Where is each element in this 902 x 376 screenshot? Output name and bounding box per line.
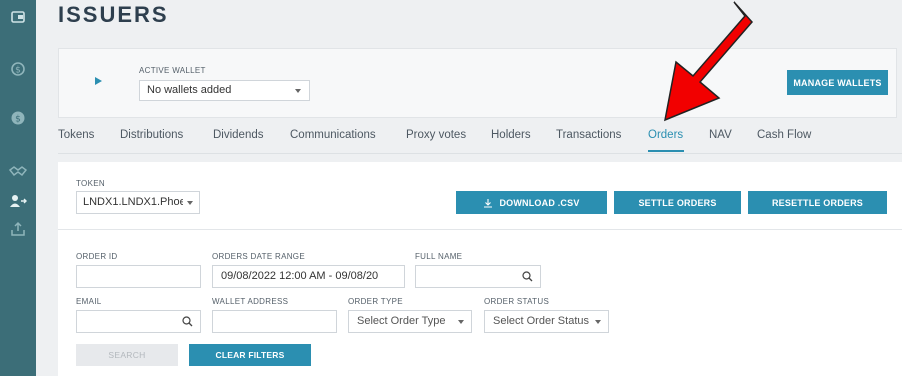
wallet-address-input[interactable] [212,310,337,333]
full-name-label: FULL NAME [415,252,463,261]
inbox-upload-icon[interactable] [7,218,29,240]
tab-distributions[interactable]: Distributions [120,129,183,141]
tab-transactions[interactable]: Transactions [556,129,621,141]
handshake-icon[interactable] [7,160,29,182]
active-wallet-value: No wallets added [147,84,232,96]
full-name-input[interactable] [415,265,541,288]
svg-text:$: $ [15,115,21,125]
order-type-select[interactable]: Select Order Type [348,310,472,333]
settle-orders-button[interactable]: SETTLE ORDERS [614,191,741,214]
token-label: TOKEN [76,179,105,188]
order-status-value: Select Order Status [493,315,589,327]
active-wallet-label: ACTIVE WALLET [139,66,206,75]
search-button[interactable]: SEARCH [76,344,178,366]
orders-date-range-value: 09/08/2022 12:00 AM - 09/08/20 [221,270,379,282]
chevron-down-icon [458,320,464,324]
dollar-alert-icon[interactable]: $ [7,58,29,80]
download-icon [484,198,493,208]
order-id-label: ORDER ID [76,252,118,261]
tabs-divider [58,153,902,154]
orders-panel: TOKEN LNDX1.LNDX1.Phoer DOWNLOAD .CSV SE… [58,162,902,376]
chevron-down-icon [595,320,601,324]
search-icon [522,271,533,282]
email-label: EMAIL [76,297,102,306]
active-wallet-select[interactable]: No wallets added [139,80,310,101]
manage-wallets-button[interactable]: MANAGE WALLETS [787,70,888,95]
download-csv-button[interactable]: DOWNLOAD .CSV [456,191,607,214]
wallet-icon[interactable] [7,6,29,28]
tab-tokens[interactable]: Tokens [58,129,94,141]
tab-orders[interactable]: Orders [648,129,683,141]
svg-text:$: $ [15,66,21,76]
page-title: ISSUERS [58,2,169,27]
resettle-orders-button[interactable]: RESETTLE ORDERS [748,191,887,214]
user-transfer-icon[interactable] [7,190,29,212]
wallet-panel: ACTIVE WALLET No wallets added MANAGE WA… [58,48,897,118]
search-icon [182,316,193,327]
active-tab-indicator [648,150,684,152]
order-type-label: ORDER TYPE [348,297,403,306]
play-icon[interactable] [95,77,102,85]
tab-nav[interactable]: NAV [709,129,732,141]
wallet-address-label: WALLET ADDRESS [212,297,289,306]
sidebar: $ $ [0,0,36,376]
download-csv-label: DOWNLOAD .CSV [499,197,580,208]
chevron-down-icon [295,89,301,93]
orders-date-range-input[interactable]: 09/08/2022 12:00 AM - 09/08/20 [212,265,405,288]
dollar-coin-icon[interactable]: $ [7,107,29,129]
tab-holders[interactable]: Holders [491,129,531,141]
orders-date-range-label: ORDERS DATE RANGE [212,252,305,261]
token-select[interactable]: LNDX1.LNDX1.Phoer [76,191,200,214]
email-input[interactable] [76,310,201,333]
clear-filters-button[interactable]: CLEAR FILTERS [189,344,311,366]
order-id-input[interactable] [76,265,201,288]
token-value: LNDX1.LNDX1.Phoer [83,196,183,208]
section-divider [58,229,902,230]
tab-cash-flow[interactable]: Cash Flow [757,129,811,141]
tab-dividends[interactable]: Dividends [213,129,264,141]
tab-communications[interactable]: Communications [290,129,376,141]
order-status-select[interactable]: Select Order Status [484,310,609,333]
order-type-value: Select Order Type [357,315,446,327]
chevron-down-icon [187,201,193,205]
tab-proxy-votes[interactable]: Proxy votes [406,129,466,141]
order-status-label: ORDER STATUS [484,297,550,306]
